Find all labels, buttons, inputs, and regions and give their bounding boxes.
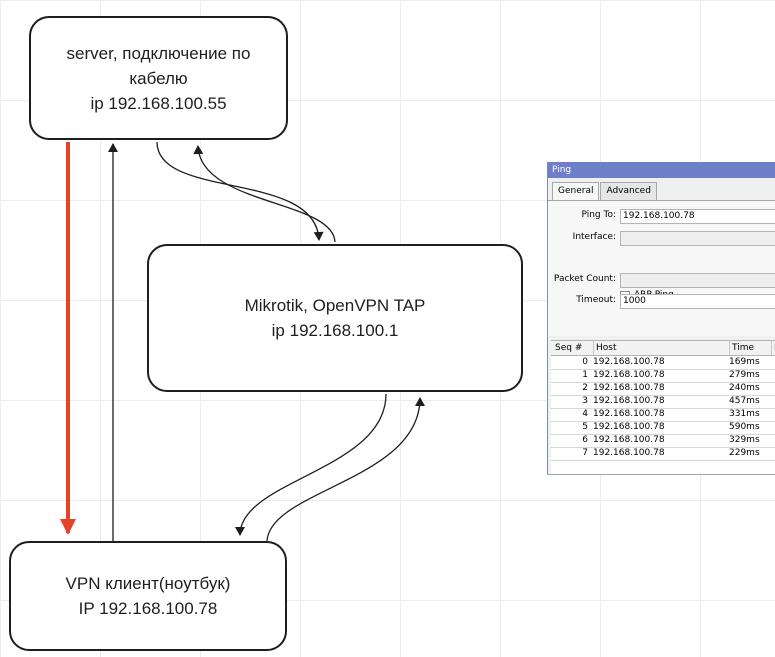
cell-seq: 0 <box>582 357 588 367</box>
packet-count-label: Packet Count: <box>553 274 616 284</box>
cell-time: 279ms <box>729 370 760 380</box>
cell-host: 192.168.100.78 <box>593 357 665 367</box>
table-row[interactable]: 7 192.168.100.78 229ms <box>551 447 775 461</box>
server-node-line-2: кабелю <box>129 68 188 88</box>
cell-seq: 2 <box>582 383 588 393</box>
table-row[interactable]: 4 192.168.100.78 331ms <box>551 408 775 422</box>
timeout-input[interactable]: 1000 <box>620 294 775 309</box>
server-node: server, подключение по кабелю ip 192.168… <box>29 16 288 140</box>
timeout-row: Timeout: 1000 <box>548 294 775 309</box>
packet-count-input[interactable] <box>620 273 775 288</box>
cell-seq: 3 <box>582 396 588 406</box>
table-row[interactable]: 0 192.168.100.78 169ms <box>551 356 775 370</box>
tab-advanced[interactable]: Advanced <box>600 182 657 200</box>
cell-seq: 1 <box>582 370 588 380</box>
arrow-server-to-mikrotik <box>156 141 324 241</box>
ping-results-table: Seq # Host Time R 0 192.168.100.78 169ms… <box>551 340 775 474</box>
cell-time: 169ms <box>729 357 760 367</box>
ping-to-label: Ping To: <box>581 210 616 220</box>
table-row[interactable]: 6 192.168.100.78 329ms <box>551 434 775 448</box>
interface-label: Interface: <box>572 232 616 242</box>
cell-seq: 6 <box>582 435 588 445</box>
column-header-seq[interactable]: Seq # <box>553 341 592 355</box>
cell-time: 329ms <box>729 435 760 445</box>
timeout-label: Timeout: <box>576 295 616 305</box>
ping-to-row: Ping To: 192.168.100.78 <box>548 209 775 224</box>
cell-host: 192.168.100.78 <box>593 370 665 380</box>
interface-row: Interface: <box>548 231 775 246</box>
cell-host: 192.168.100.78 <box>593 448 665 458</box>
table-row[interactable]: 2 192.168.100.78 240ms <box>551 382 775 396</box>
mikrotik-node-line-2: ip 192.168.100.1 <box>271 321 399 340</box>
cell-seq: 4 <box>582 409 588 419</box>
arrow-mikrotik-to-vpn <box>235 393 387 536</box>
table-header: Seq # Host Time R <box>551 341 775 356</box>
ping-tab-bar: General Advanced <box>552 182 658 201</box>
server-node-line-3: ip 192.168.100.55 <box>90 93 227 113</box>
cell-seq: 5 <box>582 422 588 432</box>
cell-host: 192.168.100.78 <box>593 409 665 419</box>
cell-host: 192.168.100.78 <box>593 422 665 432</box>
server-node-line-1: server, подключение по <box>66 43 251 63</box>
cell-time: 331ms <box>729 409 760 419</box>
mikrotik-node: Mikrotik, OpenVPN TAP ip 192.168.100.1 <box>147 244 523 392</box>
tab-general[interactable]: General <box>552 182 600 201</box>
mikrotik-node-line-1: Mikrotik, OpenVPN TAP <box>244 296 426 315</box>
column-header-time[interactable]: Time <box>729 341 772 355</box>
column-header-extra[interactable]: R <box>771 341 775 355</box>
table-row[interactable]: 5 192.168.100.78 590ms <box>551 421 775 435</box>
vpn-client-node-line-2: IP 192.168.100.78 <box>78 599 218 618</box>
cell-time: 457ms <box>729 396 760 406</box>
cell-seq: 7 <box>582 448 588 458</box>
column-header-host[interactable]: Host <box>593 341 730 355</box>
cell-host: 192.168.100.78 <box>593 396 665 406</box>
table-row[interactable]: 3 192.168.100.78 457ms <box>551 395 775 409</box>
cell-host: 192.168.100.78 <box>593 383 665 393</box>
ping-window-titlebar[interactable]: Ping <box>548 162 775 178</box>
ping-general-form: Ping To: 192.168.100.78 Interface: ARP P… <box>548 200 775 336</box>
cell-time: 590ms <box>729 422 760 432</box>
arrow-vpn-to-mikrotik <box>266 397 425 542</box>
table-row[interactable]: 1 192.168.100.78 279ms <box>551 369 775 383</box>
interface-select[interactable] <box>620 231 775 246</box>
cell-time: 240ms <box>729 383 760 393</box>
vpn-client-node: VPN клиент(ноутбук) IP 192.168.100.78 <box>9 541 287 651</box>
ping-to-input[interactable]: 192.168.100.78 <box>620 209 775 224</box>
cell-host: 192.168.100.78 <box>593 435 665 445</box>
vpn-client-node-line-1: VPN клиент(ноутбук) <box>65 574 231 593</box>
ping-window: Ping General Advanced Ping To: 192.168.1… <box>547 162 775 475</box>
packet-count-row: Packet Count: <box>548 273 775 288</box>
cell-time: 229ms <box>729 448 760 458</box>
